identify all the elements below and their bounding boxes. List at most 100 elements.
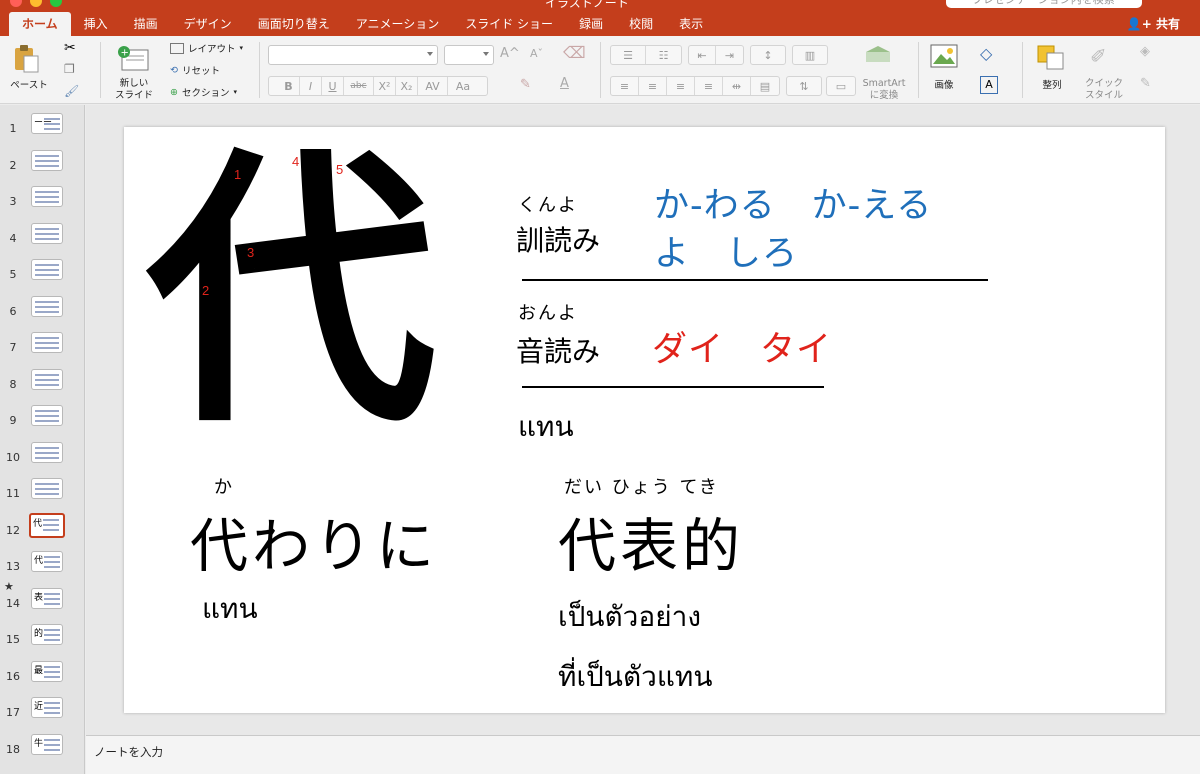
columns-icon[interactable]: ▥	[792, 45, 828, 65]
font-color-button[interactable]: A	[560, 76, 569, 91]
section-button[interactable]: ⊕ セクション ▾	[170, 85, 237, 100]
picture-button[interactable]	[930, 44, 958, 72]
slide-thumbnail[interactable]	[31, 295, 63, 317]
tab-record[interactable]: 録画	[566, 12, 616, 36]
line-spacing-icon[interactable]: ↕	[750, 45, 786, 65]
slide-thumbnail[interactable]: 表	[31, 587, 63, 609]
underline-button[interactable]: U	[322, 77, 344, 95]
close-window-button[interactable]	[10, 0, 22, 7]
align-center-icon[interactable]: ≡	[639, 77, 667, 95]
slide-thumbnail[interactable]: ーー	[31, 113, 63, 134]
change-case-button[interactable]: Aa	[448, 77, 478, 95]
align-split-icon[interactable]: ▤	[751, 77, 779, 95]
slide-thumbnail-row[interactable]: 5	[0, 257, 84, 293]
paste-button[interactable]	[12, 44, 40, 78]
slide-thumbnail-row[interactable]: 11	[0, 476, 84, 512]
text-direction-icon[interactable]: ⇅	[786, 76, 822, 96]
format-painter-icon[interactable]: 🖌	[64, 84, 79, 98]
slide-thumbnail-row[interactable]: 2	[0, 148, 84, 184]
search-input[interactable]: プレゼンテーション内を検索	[946, 0, 1142, 8]
slide-thumbnail[interactable]: 的	[31, 624, 63, 645]
slide-thumbnail-row[interactable]: 18 牛	[0, 732, 84, 768]
slide-thumbnail-row[interactable]: 16 最	[0, 659, 84, 695]
slide-thumbnail-row[interactable]: 6	[0, 294, 84, 330]
shape-outline-icon[interactable]: ✎	[1140, 76, 1151, 91]
slide-thumbnail-row[interactable]: 1 ーー	[0, 111, 84, 147]
slide-thumbnail[interactable]: 最	[31, 660, 63, 682]
highlight-color-icon[interactable]: ✎	[520, 77, 531, 92]
tab-insert[interactable]: 挿入	[71, 12, 121, 36]
arrange-button[interactable]	[1036, 44, 1066, 74]
slide-thumbnail[interactable]	[31, 332, 63, 353]
slide-thumbnail-row[interactable]: 4	[0, 221, 84, 257]
distributed-icon[interactable]: ⇹	[723, 77, 751, 95]
quick-style-icon[interactable]: ✐	[1090, 44, 1107, 68]
slide-thumbnail[interactable]: 代	[29, 512, 65, 538]
font-size-select[interactable]	[444, 45, 494, 65]
slide-thumbnail-row[interactable]: 12 代	[0, 512, 84, 549]
tab-draw[interactable]: 描画	[121, 12, 171, 36]
shape-fill-icon[interactable]: ◈	[1140, 44, 1150, 59]
slide-thumbnail-row[interactable]: 15 的	[0, 622, 84, 658]
smartart-icon[interactable]	[864, 46, 892, 70]
clear-format-icon[interactable]: ⌫	[563, 43, 586, 62]
superscript-button[interactable]: X²	[374, 77, 396, 95]
current-slide[interactable]: 代 1 2 3 4 5 くんよ 訓読み か-わる か-える よ しろ おんよ 音…	[124, 127, 1165, 713]
slide-thumbnail[interactable]	[31, 186, 63, 207]
tab-design[interactable]: デザイン	[171, 12, 245, 36]
slide-thumbnail[interactable]: 代	[31, 551, 63, 572]
tab-animations[interactable]: アニメーション	[343, 12, 453, 36]
slide-thumbnail[interactable]	[31, 441, 63, 463]
tab-transitions[interactable]: 画面切り替え	[245, 12, 343, 36]
copy-icon[interactable]: ❐	[64, 62, 75, 76]
decrease-indent-icon[interactable]: ⇤	[689, 46, 717, 64]
slide-thumbnail-row[interactable]: 7	[0, 330, 84, 366]
slide-thumbnail[interactable]	[31, 368, 63, 390]
slide-thumbnail[interactable]: 牛	[31, 733, 63, 755]
slide-thumbnail[interactable]	[31, 478, 63, 499]
italic-button[interactable]: I	[300, 77, 322, 95]
shrink-font-button[interactable]: Aˇ	[530, 47, 543, 60]
align-text-icon[interactable]: ▭	[826, 76, 856, 96]
share-button[interactable]: 👤+ 共有	[1127, 15, 1180, 32]
tab-review[interactable]: 校閲	[616, 12, 666, 36]
new-slide-button[interactable]: +	[116, 44, 150, 78]
window-title-strip: イラストノート プレゼンテーション内を検索	[0, 0, 1200, 10]
align-right-icon[interactable]: ≡	[667, 77, 695, 95]
tab-view[interactable]: 表示	[666, 12, 716, 36]
increase-indent-icon[interactable]: ⇥	[716, 46, 743, 64]
shapes-icon[interactable]: ◇	[980, 44, 992, 63]
bullet-list-icon[interactable]: ☰	[611, 46, 646, 64]
reset-button[interactable]: ⟲ リセット	[170, 63, 220, 78]
bold-button[interactable]: B	[278, 77, 300, 95]
slide-thumbnail[interactable]	[31, 222, 63, 244]
slide-thumbnail[interactable]	[31, 259, 63, 280]
tab-slideshow[interactable]: スライド ショー	[452, 12, 566, 36]
notes-pane[interactable]: ノートを入力	[86, 735, 1200, 774]
slide-thumbnail-row[interactable]: 8	[0, 367, 84, 403]
layout-button[interactable]: レイアウト ▾	[170, 41, 243, 55]
slide-thumbnail-row[interactable]: 17 近	[0, 695, 84, 731]
cut-icon[interactable]: ✂	[64, 40, 76, 56]
numbered-list-icon[interactable]: ☷	[646, 46, 681, 64]
slide-thumbnail[interactable]	[31, 405, 63, 426]
slide-thumbnail-row[interactable]: 14 表 ★	[0, 580, 84, 622]
tab-home[interactable]: ホーム	[9, 12, 71, 36]
align-left-icon[interactable]: ≡	[611, 77, 639, 95]
character-spacing-button[interactable]: AV	[418, 77, 448, 95]
stroke-number-3: 3	[247, 245, 255, 260]
slide-thumbnail[interactable]: 近	[31, 697, 63, 718]
slide-thumbnail-row[interactable]: 9	[0, 403, 84, 439]
slide-thumbnail-row[interactable]: 10	[0, 440, 84, 476]
subscript-button[interactable]: X₂	[396, 77, 418, 95]
zoom-window-button[interactable]	[50, 0, 62, 7]
minimize-window-button[interactable]	[30, 0, 42, 7]
thumbnail-glyph: 最	[34, 665, 44, 676]
slide-thumbnail[interactable]	[31, 149, 63, 171]
textbox-icon[interactable]: A	[980, 76, 998, 94]
slide-thumbnail-row[interactable]: 3	[0, 184, 84, 220]
justify-icon[interactable]: ≡	[695, 77, 723, 95]
strikethrough-button[interactable]: abc	[344, 77, 374, 95]
font-family-select[interactable]	[268, 45, 438, 65]
grow-font-button[interactable]: A^	[500, 46, 520, 61]
